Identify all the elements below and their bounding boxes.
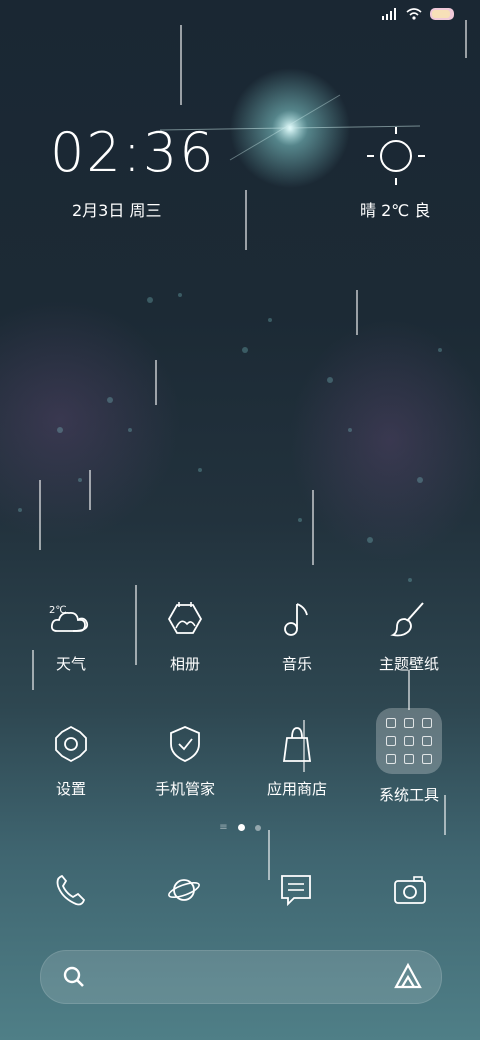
- page-dot-active[interactable]: [237, 824, 245, 831]
- dock-phone[interactable]: [40, 868, 100, 912]
- gear-icon: [47, 720, 95, 768]
- folder-system-tools[interactable]: 系统工具: [354, 708, 464, 805]
- cloud-weather-icon: 2℃: [47, 595, 95, 643]
- dock-messages[interactable]: [266, 868, 326, 912]
- dock-camera[interactable]: [380, 868, 440, 912]
- wifi-icon: [406, 8, 422, 20]
- app-security[interactable]: 手机管家: [130, 720, 240, 799]
- search-bar[interactable]: [40, 950, 442, 1004]
- app-weather[interactable]: 2℃ 天气: [16, 595, 126, 674]
- app-label: 相册: [169, 655, 200, 673]
- signal-icon: [382, 8, 396, 20]
- page-dot[interactable]: [254, 824, 261, 831]
- app-label: 音乐: [281, 655, 312, 673]
- folder-icon: [376, 708, 442, 774]
- app-label: 手机管家: [154, 780, 215, 798]
- weather-widget[interactable]: [362, 124, 432, 192]
- app-music[interactable]: 音乐: [242, 595, 352, 674]
- app-settings[interactable]: 设置: [16, 720, 126, 799]
- date: 2月3日 周三: [72, 201, 162, 220]
- app-store[interactable]: 应用商店: [242, 720, 352, 799]
- app-label: 天气: [55, 655, 86, 673]
- messages-icon: [281, 875, 311, 907]
- search-icon[interactable]: [61, 964, 87, 990]
- browser-planet-icon: [168, 879, 200, 901]
- assistant-icon[interactable]: [393, 962, 423, 992]
- page-indicator[interactable]: ≡: [0, 822, 480, 832]
- app-label: 设置: [55, 780, 86, 798]
- status-bar: [382, 8, 456, 20]
- app-themes[interactable]: 主题壁纸: [354, 595, 464, 674]
- paintbrush-icon: [385, 595, 433, 643]
- list-view-icon[interactable]: ≡: [219, 822, 227, 832]
- dock-browser[interactable]: [154, 868, 214, 912]
- app-label: 应用商店: [266, 780, 327, 798]
- app-gallery[interactable]: 相册: [130, 595, 240, 674]
- weather-summary: 晴 2℃ 良: [360, 201, 431, 220]
- phone-icon: [56, 874, 86, 906]
- sun-icon: [367, 127, 425, 185]
- gallery-icon: [161, 595, 209, 643]
- shopping-bag-icon: [273, 720, 321, 768]
- camera-icon: [394, 876, 426, 904]
- music-note-icon: [273, 595, 321, 643]
- app-label: 主题壁纸: [378, 655, 439, 673]
- app-label: 系统工具: [378, 786, 439, 804]
- shield-check-icon: [161, 720, 209, 768]
- clock: 02:36: [50, 121, 216, 184]
- battery-icon: [430, 8, 454, 20]
